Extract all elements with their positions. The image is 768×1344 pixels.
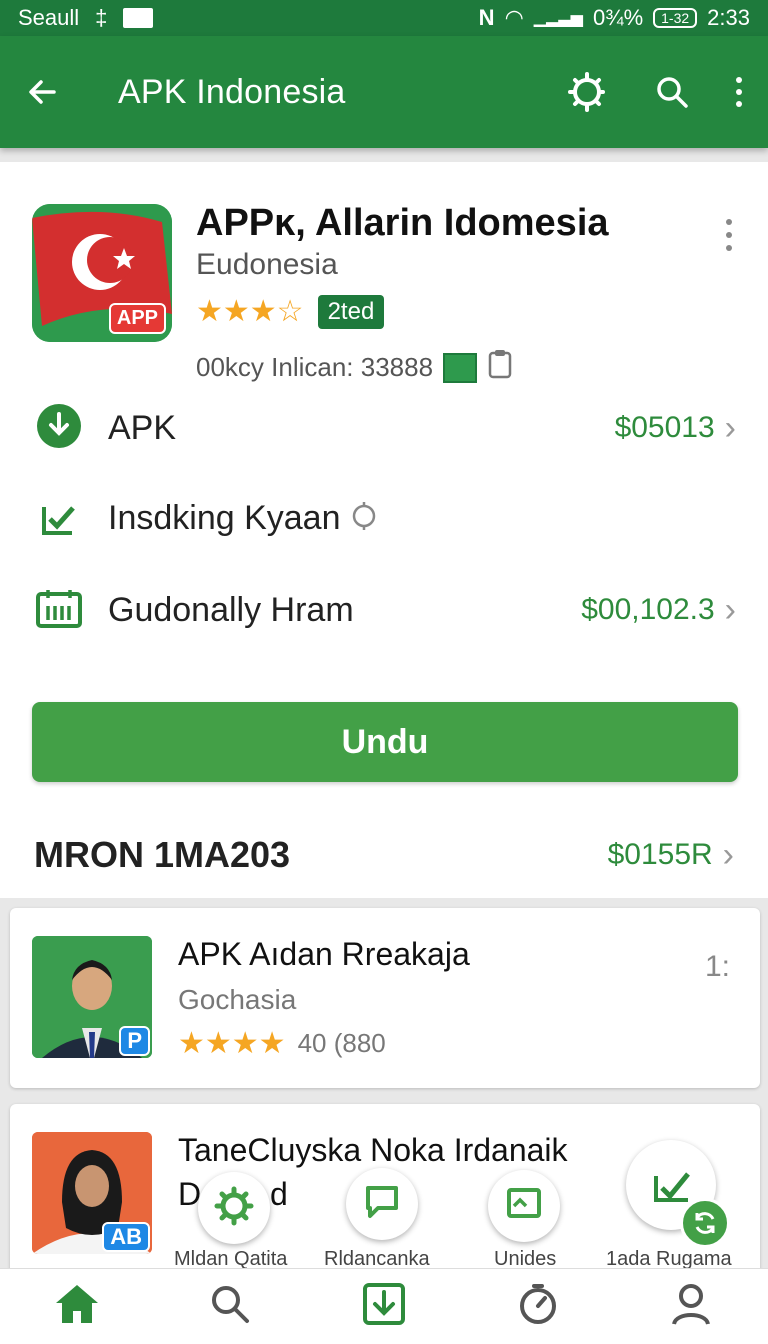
info-row-label: Gudonally Hram [108,590,354,629]
battery-percent: 0¾% [592,5,644,30]
app-icon[interactable]: APP [32,204,172,342]
info-row-gudonally[interactable]: Gudonally Hram $00,102.3 › [36,580,736,640]
status-bar: Seaull ‡ N ◠ ▁▂▃▅ 0¾% 1-32 2:33 [0,0,768,36]
info-row-value: $05013 › [614,408,736,447]
carrier-label: Seaull [18,5,80,30]
wifi-icon: ◠ [504,5,524,30]
shortcut-label: Mldan Qatita [174,1248,288,1268]
app-thumbnail: AB [32,1132,152,1254]
shortcut-message-button[interactable] [488,1170,560,1242]
section-title: MRON 1MA203 [34,834,291,875]
home-icon [54,1283,100,1330]
nav-search[interactable] [190,1272,270,1342]
list-item-rating: ★★★★ 40 (880 [178,1026,386,1061]
rating-row: ★★★☆ 2ted [196,294,385,329]
shortcut-chat-button[interactable] [346,1168,418,1240]
content-area: APP APPĸ, Allarin Idomesia Eudonesia ★★★… [0,148,768,1268]
section-value: $0155R › [607,835,734,874]
rated-badge: 2ted [317,294,385,329]
rating-count: 40 (880 [297,1028,386,1058]
info-row-label: Insdking Kyaan [108,498,341,537]
more-vert-icon[interactable] [734,76,744,108]
chevron-right-icon: › [724,590,736,629]
usb-icon: ‡ [95,5,108,30]
chevron-right-icon: › [724,408,736,447]
calendar-icon [36,588,82,633]
list-item-more-icon[interactable]: 1: [705,950,730,984]
downloads-row: 00kcy Inlican: 33888 [196,348,513,387]
shortcut-label: Unides [494,1248,557,1268]
info-row-installing[interactable]: Insdking Kyaan [36,488,736,548]
list-item-subtitle-2: d [270,1176,288,1212]
chat-icon [362,1182,402,1227]
app-icon-badge: APP [108,303,166,334]
qr-icon [443,352,478,383]
list-item[interactable]: P APK Aıdan Rreakaja Gochasia ★★★★ 40 (8… [10,908,760,1088]
back-arrow-icon[interactable] [24,74,60,110]
download-box-icon [362,1282,406,1331]
mail-icon [123,8,154,28]
app-detail-card: APP APPĸ, Allarin Idomesia Eudonesia ★★★… [0,162,768,898]
nav-downloads[interactable] [344,1272,424,1342]
gear-icon[interactable] [566,70,610,114]
shortcut-label: 1ada Rugama [606,1248,732,1268]
list-item-title: APK Aıdan Rreakaja [178,936,470,972]
person-icon [671,1283,711,1330]
gear-icon [214,1186,254,1231]
nav-updates[interactable] [498,1272,578,1342]
app-developer[interactable]: Eudonesia [196,248,338,282]
timer-icon [517,1283,559,1330]
clock: 2:33 [707,5,750,30]
bottom-navigation [0,1268,768,1344]
app-bar: APK Indonesia [0,36,768,148]
shortcut-install-button[interactable] [626,1140,730,1248]
info-row-apk[interactable]: APK $05013 › [36,398,736,458]
star-rating: ★★★★ [178,1027,286,1060]
download-button[interactable]: Undu [32,702,738,782]
card-more-vert-icon[interactable] [724,218,734,257]
downloads-text: 00kcy Inlican: 33888 [196,352,434,382]
battery-box: 1-32 [653,8,698,28]
search-icon[interactable] [654,74,690,110]
info-circle-icon [351,501,377,536]
download-circle-icon [36,403,82,454]
nfc-icon: N [478,5,495,30]
check-install-icon [36,493,82,544]
list-item-subtitle: Gochasia [178,984,297,1015]
app-title: APPĸ, Allarin Idomesia [196,202,609,244]
shortcut-gear-button[interactable] [198,1172,270,1244]
nav-profile[interactable] [651,1272,731,1342]
app-thumbnail: P [32,936,152,1058]
info-row-value: $00,102.3 › [581,590,736,629]
list-item-title: TaneCluyska Noka Irdanaik [178,1132,568,1168]
app-bar-title: APK Indonesia [118,72,346,111]
search-icon [209,1283,251,1330]
message-icon [504,1184,544,1229]
thumb-badge: P [119,1026,150,1056]
refresh-badge-icon [680,1198,730,1248]
section-header[interactable]: MRON 1MA203 $0155R › [0,812,768,898]
star-rating: ★★★☆ [196,295,304,328]
nav-home[interactable] [37,1272,117,1342]
shortcut-label: Rldancanka [324,1248,430,1268]
signal-icon: ▁▂▃▅ [533,10,583,27]
clipboard-icon [487,348,513,387]
thumb-badge: AB [102,1222,150,1252]
info-row-label: APK [108,408,177,447]
chevron-right-icon: › [722,835,734,874]
